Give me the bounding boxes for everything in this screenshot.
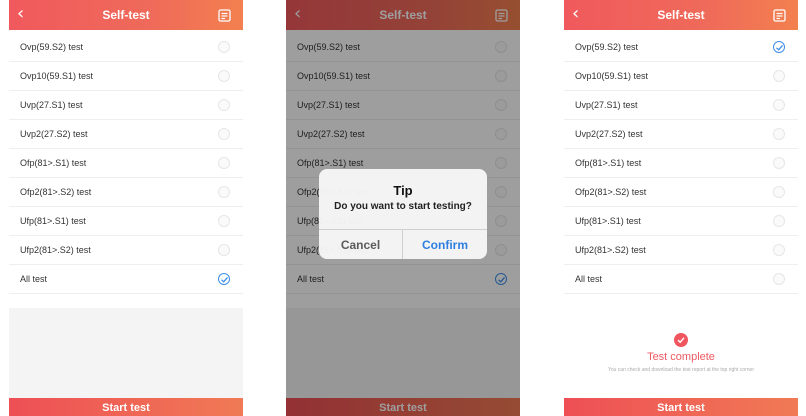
test-row[interactable]: Ofp2(81>.S2) test xyxy=(564,178,798,207)
test-row[interactable]: Ofp(81>.S1) test xyxy=(9,149,243,178)
radio-unchecked-icon[interactable] xyxy=(773,186,785,198)
test-label: Ofp2(81>.S2) test xyxy=(20,187,92,197)
test-complete-panel: Test complete You can check and download… xyxy=(564,333,798,373)
test-row[interactable]: Ovp(59.S2) test xyxy=(9,33,243,62)
self-test-screen-initial: ‹ Self-test Ovp(59.S2) test Ovp10(59.S1)… xyxy=(9,0,243,416)
test-list: Ovp(59.S2) test Ovp10(59.S1) test Uvp(27… xyxy=(564,33,798,294)
dialog-actions: Cancel Confirm xyxy=(319,229,487,259)
test-label: Ufp(81>.S1) test xyxy=(20,216,86,226)
radio-unchecked-icon[interactable] xyxy=(218,186,230,198)
confirm-button[interactable]: Confirm xyxy=(403,230,487,259)
test-row[interactable]: Ofp(81>.S1) test xyxy=(564,149,798,178)
test-label: Ofp(81>.S1) test xyxy=(575,158,642,168)
checkmark-icon[interactable] xyxy=(218,273,230,285)
test-row[interactable]: Ovp10(59.S1) test xyxy=(9,62,243,91)
complete-note: You can check and download the test repo… xyxy=(607,367,755,373)
complete-title: Test complete xyxy=(647,351,715,363)
page-title: Self-test xyxy=(102,8,150,22)
test-label: Uvp(27.S1) test xyxy=(575,100,638,110)
radio-unchecked-icon[interactable] xyxy=(773,157,785,169)
test-row[interactable]: Uvp(27.S1) test xyxy=(564,91,798,120)
test-row[interactable]: Uvp(27.S1) test xyxy=(9,91,243,120)
test-row-all[interactable]: All test xyxy=(564,265,798,294)
radio-unchecked-icon[interactable] xyxy=(218,99,230,111)
test-label: Ufp(81>.S1) test xyxy=(575,216,641,226)
test-label: Uvp(27.S1) test xyxy=(20,100,83,110)
test-label: All test xyxy=(575,274,603,284)
page-title: Self-test xyxy=(657,8,705,22)
radio-unchecked-icon[interactable] xyxy=(218,70,230,82)
test-row[interactable]: Uvp2(27.S2) test xyxy=(9,120,243,149)
report-icon[interactable] xyxy=(773,9,786,22)
cancel-button[interactable]: Cancel xyxy=(319,230,403,259)
test-label: Ufp2(81>.S2) test xyxy=(575,245,646,255)
test-label: Ovp10(59.S1) test xyxy=(20,71,94,81)
radio-unchecked-icon[interactable] xyxy=(773,70,785,82)
start-test-button[interactable]: Start test xyxy=(9,398,243,416)
dialog-title: Tip xyxy=(393,183,413,198)
test-row[interactable]: Ufp(81>.S1) test xyxy=(9,207,243,236)
test-row[interactable]: Ovp(59.S2) test xyxy=(564,33,798,62)
self-test-screen-dialog: ‹ Self-test Ovp(59.S2) test Ovp10(59.S1)… xyxy=(286,0,520,416)
success-check-icon xyxy=(674,333,688,347)
confirm-dialog: Tip Do you want to start testing? Cancel… xyxy=(319,169,487,259)
radio-unchecked-icon[interactable] xyxy=(218,128,230,140)
test-row[interactable]: Ofp2(81>.S2) test xyxy=(9,178,243,207)
test-label: Ofp2(81>.S2) test xyxy=(575,187,647,197)
test-row[interactable]: Ovp10(59.S1) test xyxy=(564,62,798,91)
test-label: All test xyxy=(20,274,48,284)
test-label: Ofp(81>.S1) test xyxy=(20,158,87,168)
header-bar: ‹ Self-test xyxy=(9,0,243,30)
radio-unchecked-icon[interactable] xyxy=(773,99,785,111)
report-icon[interactable] xyxy=(218,9,231,22)
radio-unchecked-icon[interactable] xyxy=(773,273,785,285)
test-row[interactable]: Ufp2(81>.S2) test xyxy=(9,236,243,265)
checkmark-icon[interactable] xyxy=(773,41,785,53)
self-test-screen-complete: ‹ Self-test Ovp(59.S2) test Ovp10(59.S1)… xyxy=(564,0,798,416)
radio-unchecked-icon[interactable] xyxy=(773,128,785,140)
radio-unchecked-icon[interactable] xyxy=(218,215,230,227)
test-label: Ovp(59.S2) test xyxy=(575,42,639,52)
test-label: Uvp2(27.S2) test xyxy=(20,129,88,139)
test-row[interactable]: Ufp2(81>.S2) test xyxy=(564,236,798,265)
radio-unchecked-icon[interactable] xyxy=(218,244,230,256)
radio-unchecked-icon[interactable] xyxy=(218,157,230,169)
radio-unchecked-icon[interactable] xyxy=(218,41,230,53)
header-bar: ‹ Self-test xyxy=(564,0,798,30)
radio-unchecked-icon[interactable] xyxy=(773,244,785,256)
empty-area xyxy=(9,308,243,398)
test-row[interactable]: Uvp2(27.S2) test xyxy=(564,120,798,149)
start-test-button[interactable]: Start test xyxy=(564,398,798,416)
test-row[interactable]: Ufp(81>.S1) test xyxy=(564,207,798,236)
test-label: Uvp2(27.S2) test xyxy=(575,129,643,139)
test-list: Ovp(59.S2) test Ovp10(59.S1) test Uvp(27… xyxy=(9,33,243,294)
test-label: Ovp10(59.S1) test xyxy=(575,71,649,81)
test-label: Ovp(59.S2) test xyxy=(20,42,84,52)
dialog-message: Do you want to start testing? xyxy=(334,201,472,212)
radio-unchecked-icon[interactable] xyxy=(773,215,785,227)
test-row-all[interactable]: All test xyxy=(9,265,243,294)
test-label: Ufp2(81>.S2) test xyxy=(20,245,91,255)
